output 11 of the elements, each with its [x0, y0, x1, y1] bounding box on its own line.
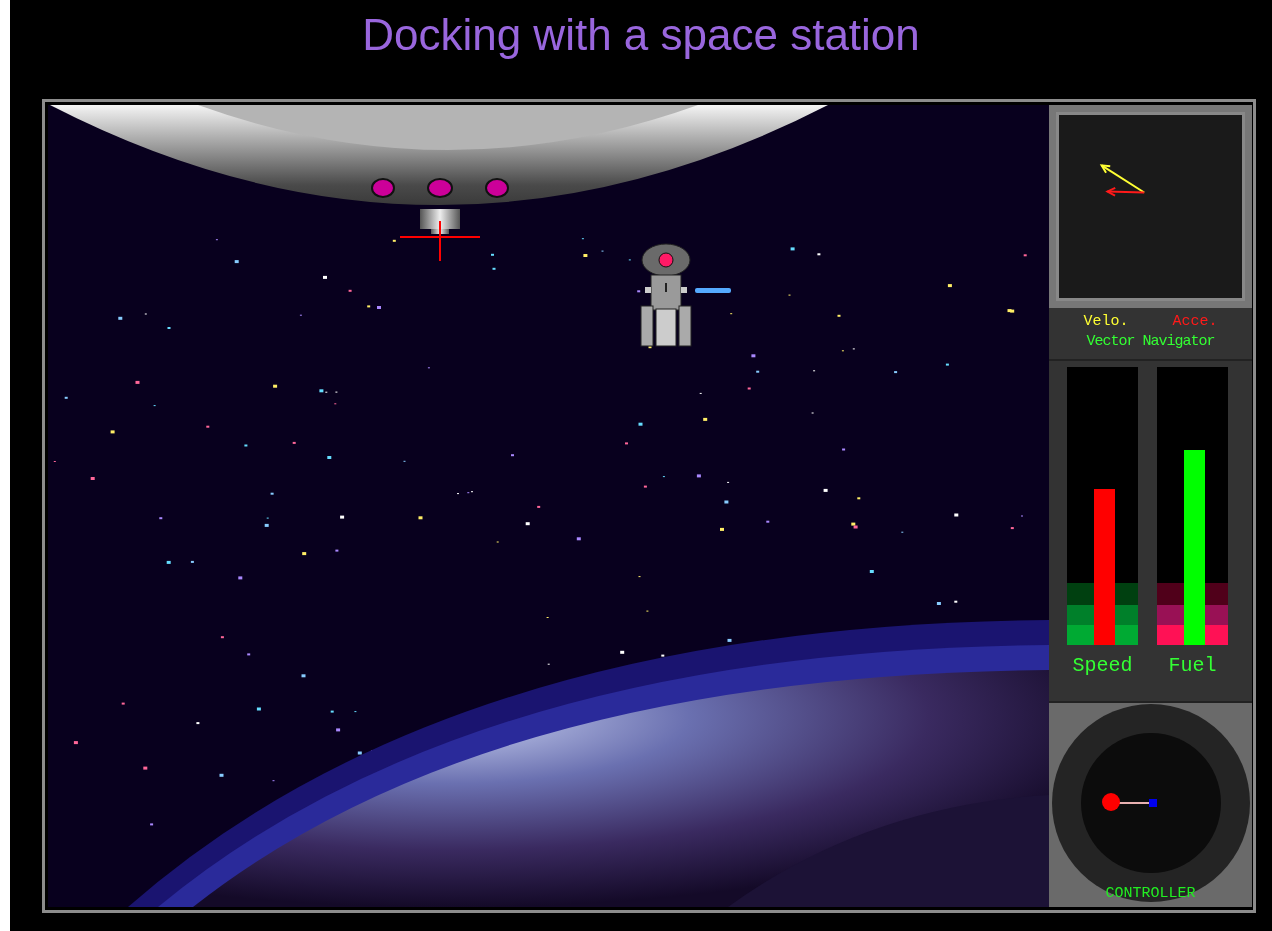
gauge-label: Fuel — [1168, 653, 1217, 679]
legend-label: Velo. — [1083, 312, 1129, 332]
space-scene[interactable] — [48, 105, 1049, 907]
navigator-caption: Vector Navigator — [1086, 332, 1215, 352]
controller-label: CONTROLLER — [1105, 885, 1196, 903]
page-title: Docking with a space station — [362, 9, 920, 61]
gauge-label: Speed — [1072, 653, 1133, 679]
thruster-flame-drawing — [695, 288, 731, 293]
target-crosshair-icon — [399, 220, 481, 262]
legend-label: Acce. — [1172, 312, 1218, 332]
docking-port-drawing — [420, 209, 460, 234]
